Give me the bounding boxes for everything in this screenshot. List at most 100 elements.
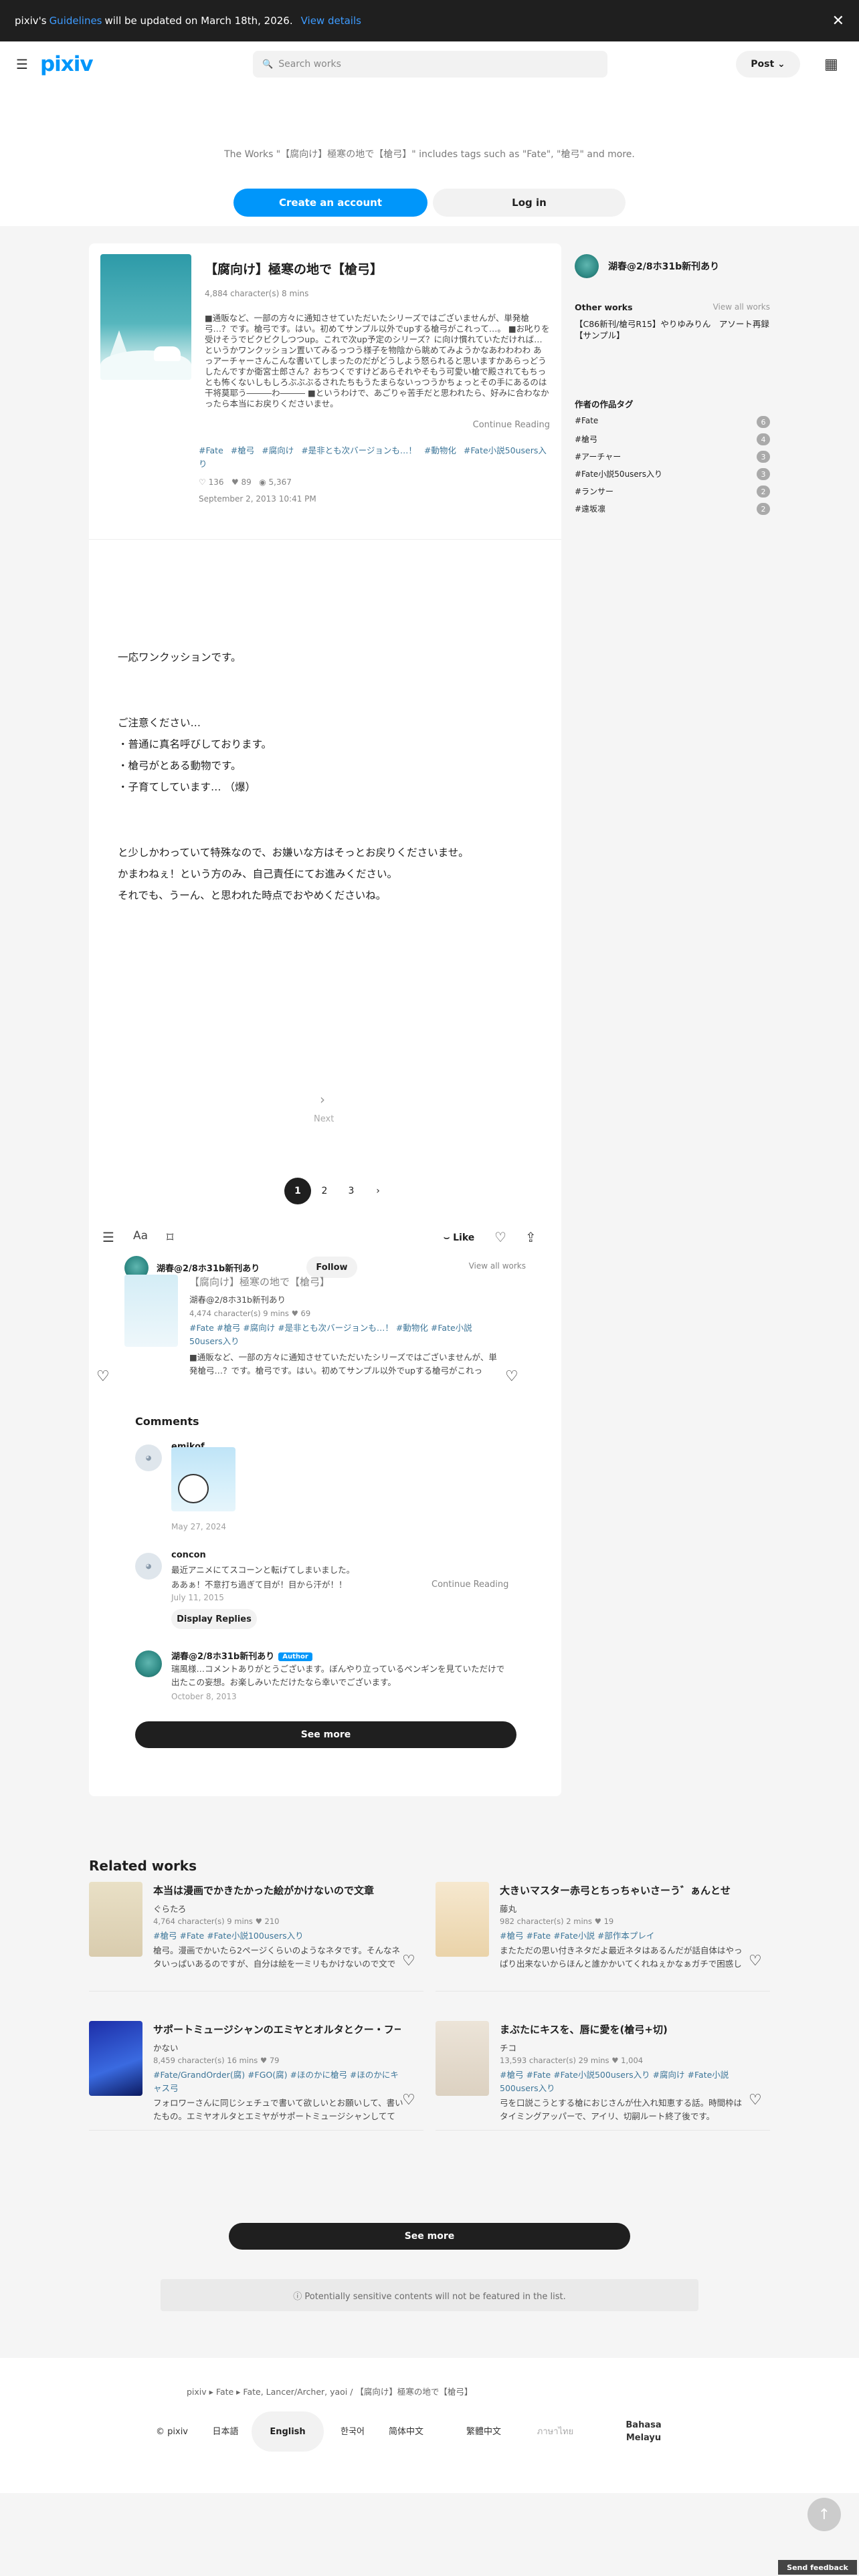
related-thumbnail[interactable] xyxy=(89,2021,142,2096)
related-thumbnail[interactable] xyxy=(436,1882,489,1957)
create-account-button[interactable]: Create an account xyxy=(233,189,427,217)
body-line: それでも、うーん、と思われた時点でおやめくださいね。 xyxy=(118,889,387,901)
author-name[interactable]: 湖春@2/8ホ31b新刊あり xyxy=(157,1261,260,1274)
related-tags[interactable]: #槍弓 #Fate #Fate小説 #部作本プレイ xyxy=(500,1929,750,1943)
related-author[interactable]: チコ xyxy=(500,2041,516,2054)
side-tag[interactable]: #槍弓 4 xyxy=(575,433,770,448)
tag-link[interactable]: #動物化 xyxy=(424,445,456,455)
share-icon[interactable]: ⇪ xyxy=(525,1229,537,1245)
breadcrumb[interactable]: pixiv ▸ Fate ▸ Fate, Lancer/Archer, yaoi… xyxy=(187,2385,472,2397)
lang-zh-tw[interactable]: 繁體中文 xyxy=(463,2411,504,2452)
lang-th[interactable]: ภาษาไทย xyxy=(530,2411,581,2452)
side-tag[interactable]: #アーチャー 3 xyxy=(575,451,770,465)
pixiv-logo[interactable]: pixiv xyxy=(40,52,94,76)
table-of-contents-icon[interactable]: ☰ xyxy=(102,1229,114,1245)
avatar[interactable]: ◕ xyxy=(135,1553,162,1580)
mini-work-title[interactable]: 【腐向け】極寒の地で【槍弓】 xyxy=(189,1275,497,1289)
next-arrow-icon[interactable]: › xyxy=(320,1091,325,1107)
related-tags[interactable]: #Fate/GrandOrder(腐) #FGO(腐) #ほのかに槍弓 #ほのか… xyxy=(153,2068,403,2095)
side-work-link[interactable]: 【C86新刊/槍弓R15】やりゆみりん アソート再録【サンプル】 xyxy=(575,318,770,341)
view-all-works-link[interactable]: View all works xyxy=(469,1261,526,1271)
comment-author[interactable]: concon xyxy=(171,1550,206,1560)
guidelines-link[interactable]: Guidelines xyxy=(50,15,102,27)
related-work-card[interactable]: サポートミュージシャンのエミヤとオルタとクー・フーリン かない 8,459 ch… xyxy=(89,2021,423,2131)
close-icon[interactable]: ✕ xyxy=(832,13,844,29)
related-title[interactable]: まぶたにキスを、唇に愛を(槍弓+切) xyxy=(500,2022,747,2036)
apps-grid-icon[interactable]: ▦ xyxy=(824,56,838,73)
heart-icon[interactable]: ♡ xyxy=(494,1229,506,1245)
tag-link[interactable]: #槍弓 xyxy=(231,445,254,455)
heart-icon[interactable]: ♡ xyxy=(402,1953,415,1969)
tag-link[interactable]: #是非とも次バージョンも…！ xyxy=(278,1323,393,1333)
heart-icon[interactable]: ♡ xyxy=(749,1953,762,1969)
like-icon: ⌣ xyxy=(444,1232,454,1243)
login-button[interactable]: Log in xyxy=(433,189,626,217)
display-replies-button[interactable]: Display Replies xyxy=(171,1609,257,1629)
search-input[interactable]: 🔍 Search works xyxy=(253,51,607,78)
see-more-related-button[interactable]: See more xyxy=(229,2223,630,2250)
like-button[interactable]: ⌣ Like xyxy=(444,1226,474,1249)
continue-reading-link[interactable]: Continue Reading xyxy=(432,1578,508,1592)
side-author-name[interactable]: 湖春@2/8ホ31b新刊あり xyxy=(608,259,719,273)
related-author[interactable]: ぐらたろ xyxy=(153,1902,186,1915)
menu-icon[interactable]: ☰ xyxy=(16,56,28,72)
avatar[interactable]: ◕ xyxy=(135,1444,162,1471)
body-line: ・槍弓がとある動物です。 xyxy=(118,760,242,772)
side-tag[interactable]: #Fate 6 xyxy=(575,416,770,431)
mini-work-thumbnail[interactable] xyxy=(124,1275,178,1347)
tag-link[interactable]: #腐向け xyxy=(243,1323,275,1333)
heart-icon[interactable]: ♡ xyxy=(749,2092,762,2109)
tag-link[interactable]: #槍弓 xyxy=(217,1323,240,1333)
page-2[interactable]: 2 xyxy=(311,1178,338,1204)
related-thumbnail[interactable] xyxy=(436,2021,489,2096)
tag-link[interactable]: #Fate xyxy=(199,445,223,455)
lang-ja[interactable]: 日本語 xyxy=(206,2411,245,2452)
text-settings-icon[interactable]: Aa xyxy=(133,1229,148,1243)
lang-en[interactable]: English xyxy=(252,2411,324,2452)
avatar[interactable] xyxy=(575,254,599,278)
avatar[interactable] xyxy=(135,1650,162,1677)
related-tags[interactable]: #槍弓 #Fate #Fate小説500users入り #腐向け #Fate小説… xyxy=(500,2068,750,2095)
body-line: ご注意ください… xyxy=(118,717,201,729)
tag-link[interactable]: #是非とも次バージョンも…！ xyxy=(301,445,417,455)
related-title[interactable]: 大きいマスター赤弓とちっちゃいさーう゛ぁんとせ xyxy=(500,1883,747,1897)
next-label[interactable]: Next xyxy=(314,1114,334,1124)
related-author[interactable]: 藤丸 xyxy=(500,1902,516,1915)
side-tag[interactable]: #ランサー 2 xyxy=(575,486,770,500)
heart-icon[interactable]: ♡ xyxy=(402,2092,415,2109)
tag-link[interactable]: #Fate xyxy=(189,1323,214,1333)
lang-ms[interactable]: Bahasa Melayu xyxy=(609,2411,678,2452)
post-button[interactable]: Post ⌄ xyxy=(736,51,800,78)
send-feedback-button[interactable]: Send feedback xyxy=(778,2560,857,2575)
related-author[interactable]: かない xyxy=(153,2041,179,2054)
page-3[interactable]: 3 xyxy=(338,1178,365,1204)
related-title[interactable]: サポートミュージシャンのエミヤとオルタとクー・フーリン xyxy=(153,2022,401,2036)
related-work-card[interactable]: 大きいマスター赤弓とちっちゃいさーう゛ぁんとせ 藤丸 982 character… xyxy=(436,1882,770,1992)
continue-reading-link[interactable]: Continue Reading xyxy=(467,420,550,430)
author-tags-heading: 作者の作品タグ xyxy=(575,399,634,409)
lang-zh-cn[interactable]: 简体中文 xyxy=(385,2411,427,2452)
next-page-icon[interactable]: › xyxy=(365,1178,391,1204)
side-tag[interactable]: #遠坂凛 2 xyxy=(575,503,770,518)
side-tag[interactable]: #Fate小説50users入り 3 xyxy=(575,468,770,483)
page-1[interactable]: 1 xyxy=(284,1178,311,1204)
back-to-top-icon[interactable]: ↑ xyxy=(807,2498,841,2531)
see-more-comments-button[interactable]: See more xyxy=(135,1721,516,1748)
related-work-card[interactable]: 本当は漫画でかきたかった絵がかけないので文章 ぐらたろ 4,764 charac… xyxy=(89,1882,423,1992)
related-title[interactable]: 本当は漫画でかきたかった絵がかけないので文章 xyxy=(153,1883,401,1897)
related-tags[interactable]: #槍弓 #Fate #Fate小説100users入り xyxy=(153,1929,403,1943)
related-thumbnail[interactable] xyxy=(89,1882,142,1957)
view-all-works-link[interactable]: View all works xyxy=(713,302,770,312)
mini-heart-icon[interactable]: ♡ xyxy=(505,1368,518,1385)
view-details-link[interactable]: View details xyxy=(301,15,361,27)
bookmark-icon[interactable]: ⌑ xyxy=(167,1229,173,1245)
author-badge: Author xyxy=(278,1652,312,1661)
comment-author[interactable]: 湖春@2/8ホ31b新刊あり Author xyxy=(171,1649,312,1662)
tag-link[interactable]: #動物化 xyxy=(396,1323,428,1333)
promo-text: The Works "【腐向け】極寒の地で【槍弓】" includes tags… xyxy=(224,149,635,160)
tag-link[interactable]: #腐向け xyxy=(262,445,294,455)
footer: pixiv ▸ Fate ▸ Fate, Lancer/Archer, yaoi… xyxy=(0,2358,859,2493)
lang-ko[interactable]: 한국어 xyxy=(332,2411,373,2452)
left-heart-icon[interactable]: ♡ xyxy=(96,1368,110,1385)
related-work-card[interactable]: まぶたにキスを、唇に愛を(槍弓+切) チコ 13,593 character(s… xyxy=(436,2021,770,2131)
